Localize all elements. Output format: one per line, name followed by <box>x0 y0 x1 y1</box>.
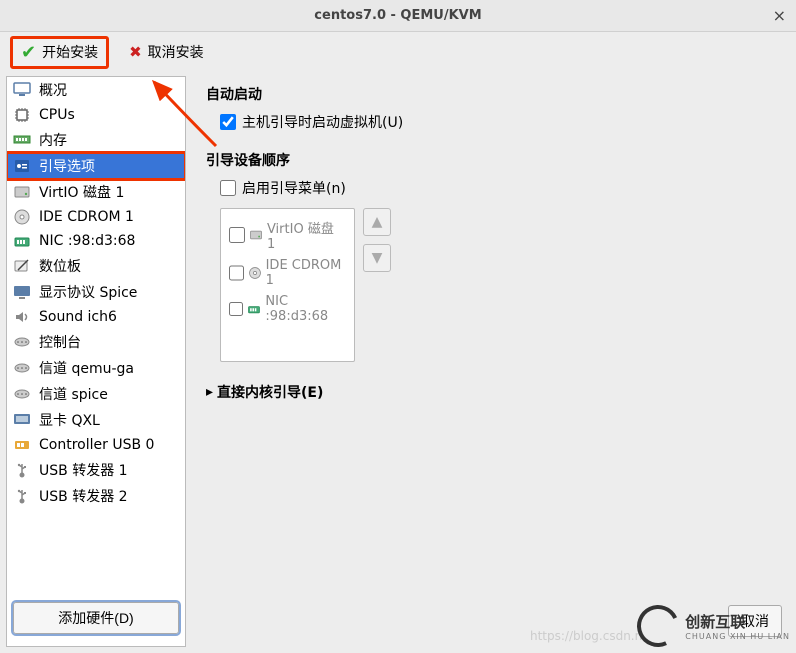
sidebar-item-label: 显示协议 Spice <box>39 282 137 302</box>
direct-kernel-label: 直接内核引导(E) <box>217 382 323 402</box>
sidebar-item-label: USB 转发器 2 <box>39 486 128 506</box>
autostart-checkbox[interactable] <box>220 114 236 130</box>
sidebar-item-14[interactable]: Controller USB 0 <box>7 433 185 457</box>
monitor-icon <box>13 81 31 99</box>
nic-icon <box>247 302 261 316</box>
begin-install-button[interactable]: ✔ 开始安装 <box>10 36 109 69</box>
bootmenu-checkbox[interactable] <box>220 180 236 196</box>
boot-item-2[interactable]: NIC :98:d3:68 <box>229 291 346 327</box>
sidebar-item-9[interactable]: Sound ich6 <box>7 305 185 329</box>
boot-item-checkbox[interactable] <box>229 227 245 243</box>
cpu-icon <box>13 106 31 124</box>
cancel-install-button[interactable]: ✖ 取消安装 <box>129 42 204 62</box>
sidebar-item-label: 控制台 <box>39 332 81 352</box>
serial-icon <box>13 385 31 403</box>
sidebar-item-11[interactable]: 信道 qemu-ga <box>7 355 185 381</box>
disk-icon <box>249 228 263 242</box>
sidebar-list: 概况 CPUs 内存引导选项 VirtIO 磁盘 1 IDE CDROM 1 NIC :9… <box>7 77 185 594</box>
sidebar-item-8[interactable]: 显示协议 Spice <box>7 279 185 305</box>
boot-device-list[interactable]: VirtIO 磁盘 1 IDE CDROM 1 NIC :98:d3:68 <box>220 208 355 362</box>
move-up-button[interactable]: ▲ <box>363 208 391 236</box>
nic-icon <box>13 232 31 250</box>
boot-item-0[interactable]: VirtIO 磁盘 1 <box>229 215 346 255</box>
serial-icon <box>13 333 31 351</box>
sidebar-item-label: NIC :98:d3:68 <box>39 233 135 249</box>
cdrom-icon <box>13 208 31 226</box>
chevron-right-icon: ▸ <box>206 384 213 400</box>
sidebar-item-label: 概况 <box>39 80 67 100</box>
sidebar-item-label: 内存 <box>39 130 67 150</box>
sidebar-item-10[interactable]: 控制台 <box>7 329 185 355</box>
check-icon: ✔ <box>21 42 36 63</box>
toolbar: ✔ 开始安装 ✖ 取消安装 <box>0 32 796 72</box>
display-icon <box>13 283 31 301</box>
autostart-label: 主机引导时启动虚拟机(U) <box>242 112 403 132</box>
usbctrl-icon <box>13 436 31 454</box>
disk-icon <box>13 183 31 201</box>
sidebar-item-5[interactable]: IDE CDROM 1 <box>7 205 185 229</box>
autostart-title: 自动启动 <box>206 84 780 104</box>
sidebar-item-13[interactable]: 显卡 QXL <box>7 407 185 433</box>
sidebar-item-4[interactable]: VirtIO 磁盘 1 <box>7 179 185 205</box>
bootmenu-label: 启用引导菜单(n) <box>242 178 346 198</box>
boot-item-label: IDE CDROM 1 <box>266 258 346 288</box>
brand-logo: 创新互联 CHUANG XIN HU LIAN <box>637 605 790 647</box>
sidebar-item-3[interactable]: 引导选项 <box>7 153 185 179</box>
sound-icon <box>13 308 31 326</box>
begin-install-label: 开始安装 <box>42 42 98 62</box>
watermark: https://blog.csdn.n <box>530 629 642 643</box>
sidebar-item-label: 信道 spice <box>39 384 108 404</box>
cdrom-icon <box>248 266 262 280</box>
boot-item-label: VirtIO 磁盘 1 <box>267 218 346 252</box>
add-hardware-button[interactable]: 添加硬件(D) <box>13 602 179 634</box>
sidebar: 概况 CPUs 内存引导选项 VirtIO 磁盘 1 IDE CDROM 1 NIC :9… <box>6 76 186 647</box>
move-down-button[interactable]: ▼ <box>363 244 391 272</box>
sidebar-item-12[interactable]: 信道 spice <box>7 381 185 407</box>
sidebar-item-1[interactable]: CPUs <box>7 103 185 127</box>
x-icon: ✖ <box>129 43 142 61</box>
close-icon[interactable]: × <box>773 6 786 25</box>
direct-kernel-expander[interactable]: ▸ 直接内核引导(E) <box>206 382 780 402</box>
sidebar-item-label: Controller USB 0 <box>39 437 154 453</box>
sidebar-item-label: 数位板 <box>39 256 81 276</box>
sidebar-item-label: Sound ich6 <box>39 309 117 325</box>
main-panel: 自动启动 主机引导时启动虚拟机(U) 引导设备顺序 启用引导菜单(n) Virt… <box>190 72 796 651</box>
window-title: centos7.0 - QEMU/KVM <box>314 8 481 23</box>
sidebar-item-label: USB 转发器 1 <box>39 460 128 480</box>
sidebar-item-2[interactable]: 内存 <box>7 127 185 153</box>
sidebar-item-label: 引导选项 <box>39 156 95 176</box>
sidebar-item-16[interactable]: USB 转发器 2 <box>7 483 185 509</box>
boot-item-1[interactable]: IDE CDROM 1 <box>229 255 346 291</box>
boot-item-checkbox[interactable] <box>229 265 244 281</box>
sidebar-item-0[interactable]: 概况 <box>7 77 185 103</box>
usb-icon <box>13 487 31 505</box>
usb-icon <box>13 461 31 479</box>
sidebar-item-label: IDE CDROM 1 <box>39 209 134 225</box>
boot-icon <box>13 157 31 175</box>
sidebar-item-label: 显卡 QXL <box>39 410 100 430</box>
sidebar-item-15[interactable]: USB 转发器 1 <box>7 457 185 483</box>
sidebar-item-label: CPUs <box>39 107 75 123</box>
serial-icon <box>13 359 31 377</box>
boot-item-checkbox[interactable] <box>229 301 243 317</box>
ram-icon <box>13 131 31 149</box>
sidebar-item-label: 信道 qemu-ga <box>39 358 134 378</box>
sidebar-item-6[interactable]: NIC :98:d3:68 <box>7 229 185 253</box>
titlebar: centos7.0 - QEMU/KVM × <box>0 0 796 32</box>
bootorder-title: 引导设备顺序 <box>206 150 780 170</box>
sidebar-item-7[interactable]: 数位板 <box>7 253 185 279</box>
boot-item-label: NIC :98:d3:68 <box>265 294 346 324</box>
video-icon <box>13 411 31 429</box>
sidebar-item-label: VirtIO 磁盘 1 <box>39 182 124 202</box>
tablet-icon <box>13 257 31 275</box>
cancel-install-label: 取消安装 <box>148 42 204 62</box>
